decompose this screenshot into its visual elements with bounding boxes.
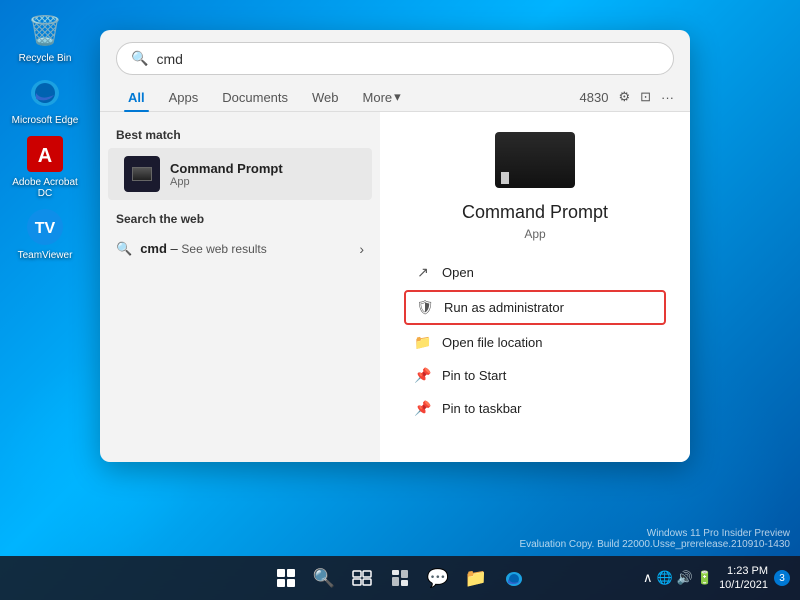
desktop-icon-adobe[interactable]: A Adobe Acrobat DC (10, 134, 80, 199)
taskbar: 🔍 💬 📁 (0, 556, 800, 600)
result-count: 4830 (580, 90, 609, 105)
best-match-item[interactable]: Command Prompt App (108, 148, 372, 200)
adobe-label: Adobe Acrobat DC (10, 177, 80, 199)
web-link-text: See web results (181, 242, 266, 256)
tab-all[interactable]: All (116, 84, 157, 111)
teamviewer-label: TeamViewer (18, 250, 73, 261)
cmd-icon (124, 156, 160, 192)
result-name: Command Prompt (170, 161, 283, 176)
network-icon: 🌐 (657, 570, 673, 586)
edge-taskbar-button[interactable] (498, 562, 530, 594)
search-panel: 🔍 cmd All Apps Documents Web More ▾ 4830… (100, 30, 690, 462)
result-info: Command Prompt App (170, 161, 283, 188)
teams-button[interactable]: 💬 (422, 562, 454, 594)
pin-taskbar-icon: 📌 (414, 400, 432, 417)
share-icon: ⊡ (640, 89, 651, 105)
app-detail-name: Command Prompt (462, 202, 608, 223)
tabs-right-area: 4830 ⚙ ⊡ ··· (580, 89, 674, 105)
search-input-wrap[interactable]: 🔍 cmd (116, 42, 674, 75)
clock[interactable]: 1:23 PM 10/1/2021 (719, 564, 768, 593)
task-view-button[interactable] (346, 562, 378, 594)
web-query-text: cmd (140, 241, 170, 256)
volume-icon: 🔊 (677, 570, 693, 586)
action-pin-to-start[interactable]: 📌 Pin to Start (404, 360, 666, 391)
admin-icon: 🛡 (416, 299, 434, 316)
start-button[interactable] (270, 562, 302, 594)
pin-start-label: Pin to Start (442, 368, 506, 383)
web-search-section: Search the web 🔍 cmd – See web results › (100, 200, 380, 268)
result-type: App (170, 176, 283, 188)
recycle-bin-icon: 🗑️ (25, 10, 65, 50)
taskbar-right: ∧ 🌐 🔊 🔋 1:23 PM 10/1/2021 3 (643, 564, 790, 593)
recycle-bin-label: Recycle Bin (19, 53, 72, 64)
desktop-icon-edge[interactable]: Microsoft Edge (10, 72, 80, 126)
left-panel: Best match Command Prompt App Search the… (100, 112, 380, 462)
watermark: Windows 11 Pro Insider Preview Evaluatio… (519, 528, 790, 550)
svg-text:TV: TV (35, 220, 56, 237)
action-run-as-admin[interactable]: 🛡 Run as administrator (404, 290, 666, 325)
svg-text:A: A (38, 145, 52, 167)
search-bar-area: 🔍 cmd (100, 30, 690, 75)
action-list: ↗ Open 🛡 Run as administrator 📁 Open fil… (404, 257, 666, 424)
action-open[interactable]: ↗ Open (404, 257, 666, 288)
web-search-text-wrap: cmd – See web results (140, 240, 267, 258)
chevron-up-icon[interactable]: ∧ (643, 570, 653, 586)
tab-more[interactable]: More ▾ (351, 83, 413, 111)
search-icon: 🔍 (131, 50, 148, 67)
best-match-label: Best match (100, 124, 380, 148)
adobe-icon: A (25, 134, 65, 174)
right-panel: Command Prompt App ↗ Open 🛡 Run as admin… (380, 112, 690, 462)
taskbar-center: 🔍 💬 📁 (270, 562, 530, 594)
web-section-label: Search the web (116, 212, 364, 226)
teamviewer-icon: TV (25, 207, 65, 247)
watermark-line1: Windows 11 Pro Insider Preview (519, 528, 790, 539)
search-input[interactable]: cmd (156, 51, 659, 67)
desktop-icon-area: 🗑️ Recycle Bin Microsoft Edge A Adobe Ac… (10, 10, 80, 261)
watermark-line2: Evaluation Copy. Build 22000.Usse_prerel… (519, 539, 790, 550)
edge-icon (25, 72, 65, 112)
system-tray: ∧ 🌐 🔊 🔋 (643, 570, 713, 586)
panel-body: Best match Command Prompt App Search the… (100, 112, 690, 462)
desktop-icon-recycle-bin[interactable]: 🗑️ Recycle Bin (10, 10, 80, 64)
file-explorer-button[interactable]: 📁 (460, 562, 492, 594)
pin-taskbar-label: Pin to taskbar (442, 401, 522, 416)
web-search-icon: 🔍 (116, 241, 132, 257)
open-icon: ↗ (414, 264, 432, 281)
web-search-arrow-icon: › (359, 241, 364, 257)
widgets-button[interactable] (384, 562, 416, 594)
file-location-icon: 📁 (414, 334, 432, 351)
web-link-sep: – (171, 241, 182, 256)
more-icon: ··· (661, 90, 674, 105)
file-location-label: Open file location (442, 335, 542, 350)
terminal-cursor (501, 172, 509, 184)
battery-icon: 🔋 (697, 570, 713, 586)
admin-label: Run as administrator (444, 300, 564, 315)
date-display: 10/1/2021 (719, 578, 768, 592)
tab-apps[interactable]: Apps (157, 84, 211, 111)
edge-label: Microsoft Edge (12, 115, 79, 126)
filter-icon: ⚙ (618, 89, 630, 105)
app-detail-type: App (524, 227, 545, 241)
tab-documents[interactable]: Documents (210, 84, 300, 111)
search-tabs: All Apps Documents Web More ▾ 4830 ⚙ ⊡ ·… (100, 75, 690, 112)
open-label: Open (442, 265, 474, 280)
web-search-item[interactable]: 🔍 cmd – See web results › (116, 234, 364, 264)
action-pin-to-taskbar[interactable]: 📌 Pin to taskbar (404, 393, 666, 424)
app-preview-icon (495, 132, 575, 188)
notification-badge[interactable]: 3 (774, 570, 790, 586)
time-display: 1:23 PM (719, 564, 768, 578)
pin-start-icon: 📌 (414, 367, 432, 384)
desktop-icon-teamviewer[interactable]: TV TeamViewer (10, 207, 80, 261)
tab-web[interactable]: Web (300, 84, 351, 111)
search-button[interactable]: 🔍 (308, 562, 340, 594)
action-open-file-location[interactable]: 📁 Open file location (404, 327, 666, 358)
